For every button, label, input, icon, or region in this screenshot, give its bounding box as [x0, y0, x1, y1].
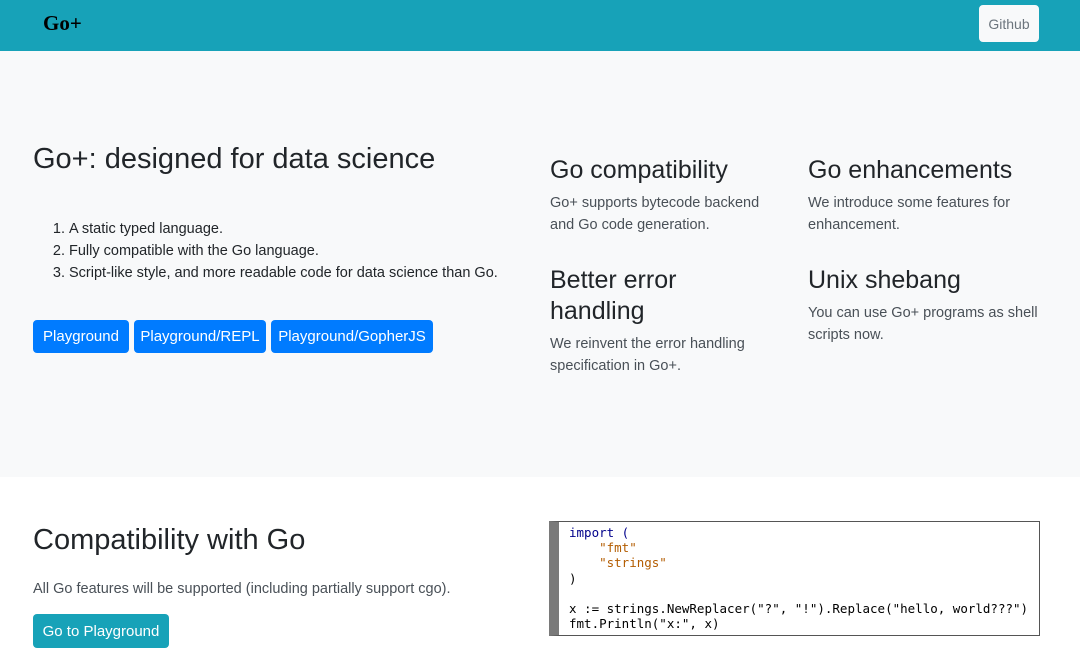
feature-text: Go+ supports bytecode backend and Go cod…: [550, 195, 760, 233]
list-item: A static typed language.: [69, 218, 498, 240]
feature-title: Go enhancements: [808, 156, 1013, 184]
github-button[interactable]: Github: [979, 5, 1039, 42]
code-line: "fmt": [569, 540, 637, 556]
code-line: fmt.Println("x:", x): [569, 616, 720, 632]
code-line: "strings": [569, 555, 667, 571]
feature-text: We introduce some features for enhanceme…: [808, 195, 1011, 233]
go-to-playground-button[interactable]: Go to Playground: [33, 614, 169, 648]
feature-title: Better error handling: [550, 266, 677, 325]
feature-title: Unix shebang: [808, 266, 961, 294]
hero-feature-list: A static typed language. Fully compatibl…: [33, 218, 498, 284]
compatibility-text: All Go features will be supported (inclu…: [33, 581, 451, 597]
feature-text: We reinvent the error handling specifica…: [550, 336, 745, 374]
feature-unix-shebang: Unix shebang You can use Go+ programs as…: [808, 265, 1048, 346]
feature-text: You can use Go+ programs as shell script…: [808, 305, 1038, 343]
code-line: x := strings.NewReplacer("?", "!").Repla…: [569, 601, 1029, 617]
code-example: import ( "fmt" "strings" ) x := strings.…: [549, 521, 1040, 636]
hero-title: Go+: designed for data science: [33, 143, 436, 175]
brand-logo[interactable]: Go+: [43, 11, 82, 36]
code-line: ): [569, 570, 577, 586]
navbar: Go+ Github: [0, 0, 1080, 51]
list-item: Fully compatible with the Go language.: [69, 240, 498, 262]
playground-gopherjs-button[interactable]: Playground/GopherJS: [271, 320, 433, 353]
feature-go-enhancements: Go enhancements We introduce some featur…: [808, 155, 1048, 236]
playground-button[interactable]: Playground: [33, 320, 129, 353]
compatibility-title: Compatibility with Go: [33, 524, 306, 556]
list-item: Script-like style, and more readable cod…: [69, 262, 498, 284]
code-line: import (: [569, 525, 630, 540]
feature-better-error-handling: Better error handling We reinvent the er…: [550, 265, 775, 377]
feature-title: Go compatibility: [550, 156, 728, 184]
code-block: import ( "fmt" "strings" ) x := strings.…: [559, 522, 1039, 631]
playground-repl-button[interactable]: Playground/REPL: [134, 320, 266, 353]
feature-go-compatibility: Go compatibility Go+ supports bytecode b…: [550, 155, 775, 236]
